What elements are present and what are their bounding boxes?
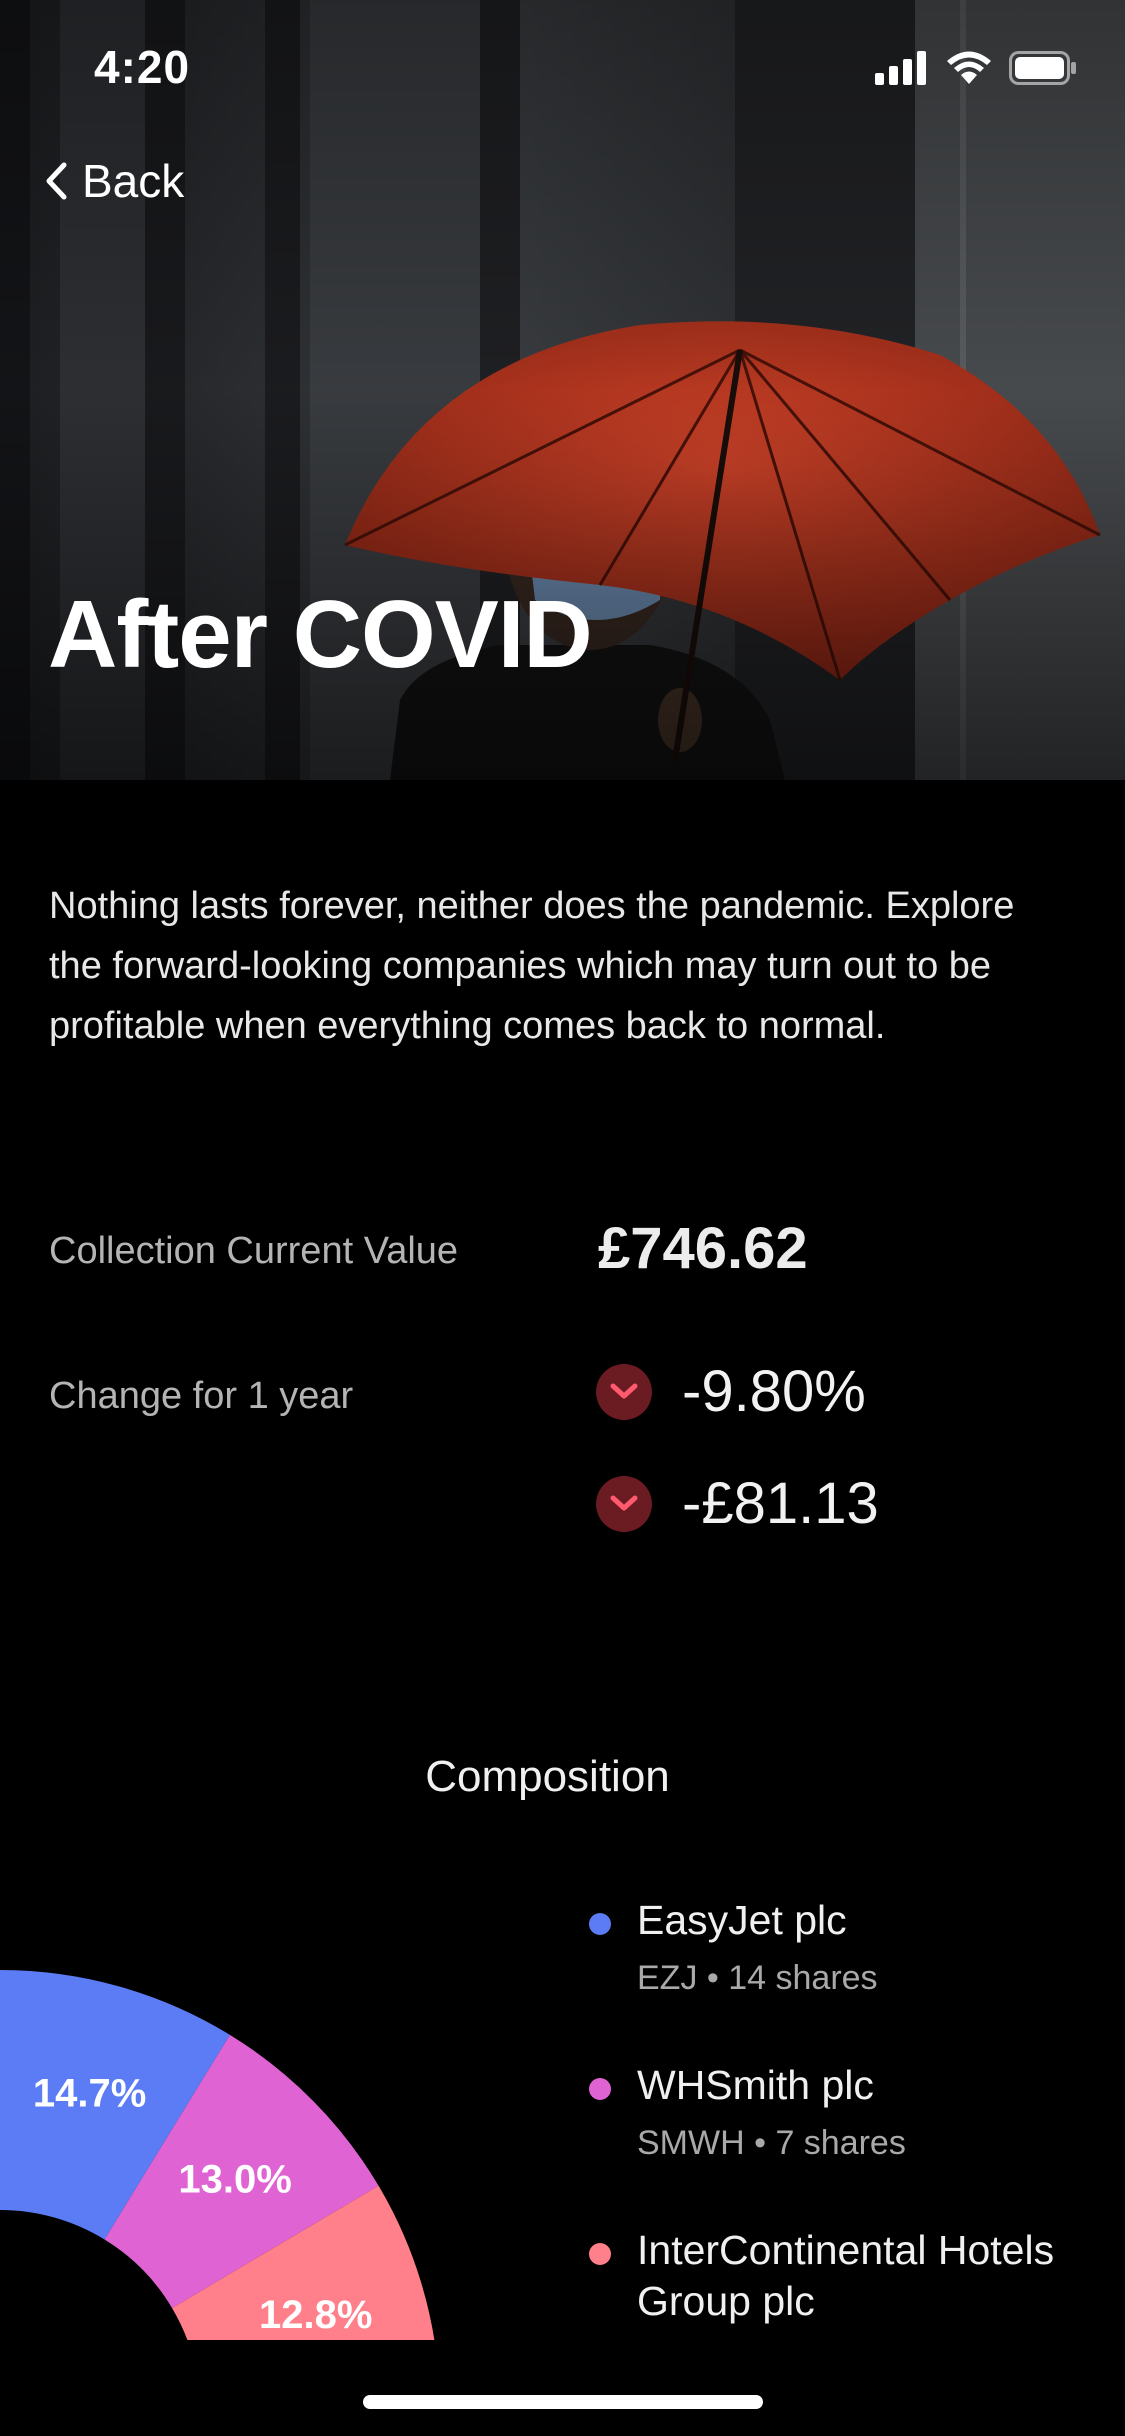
change-amount-row: -£81.13 xyxy=(596,1470,879,1537)
change-label: Change for 1 year xyxy=(49,1375,354,1417)
decrease-badge xyxy=(596,1363,652,1420)
current-value: £746.62 xyxy=(598,1216,808,1281)
hero-image: 4:20 Back After COVID xyxy=(0,0,1125,780)
decrease-badge xyxy=(596,1475,652,1532)
holding-meta: EZJ • 14 shares xyxy=(637,1959,878,1997)
holding-name: WHSmith plc xyxy=(637,2062,874,2108)
legend-dot-icon xyxy=(589,1913,611,1935)
page-title: After COVID xyxy=(48,581,593,688)
donut-slice-label: 13.0% xyxy=(178,2157,291,2201)
legend-dot-icon xyxy=(589,2243,611,2265)
back-button[interactable]: Back xyxy=(44,154,184,208)
chevron-left-icon xyxy=(46,162,67,200)
battery-icon xyxy=(1009,51,1076,85)
change-amount: -£81.13 xyxy=(682,1471,879,1536)
back-label: Back xyxy=(82,155,185,207)
chevron-down-icon xyxy=(610,1495,638,1510)
status-icons xyxy=(875,50,1077,86)
home-indicator xyxy=(363,2395,763,2409)
composition-title: Composition xyxy=(425,1752,670,1801)
collection-screen: 4:20 Back After COVID Nothing lasts fore… xyxy=(0,0,1125,2436)
composition-donut-chart: 14.7% 13.0% 12.8% xyxy=(0,1970,435,2340)
collection-description: Nothing lasts forever, neither does the … xyxy=(49,885,1015,1047)
donut-slice-label: 12.8% xyxy=(259,2293,372,2337)
change-percent: -9.80% xyxy=(682,1359,866,1424)
status-time: 4:20 xyxy=(94,41,191,93)
holding-name: EasyJet plc xyxy=(637,1897,847,1943)
current-value-label: Collection Current Value xyxy=(49,1230,459,1272)
status-bar: 4:20 xyxy=(0,0,1125,135)
change-percent-row: -9.80% xyxy=(596,1358,866,1425)
donut-slice-label: 14.7% xyxy=(33,2071,146,2115)
chevron-down-icon xyxy=(610,1383,638,1398)
holding-meta: SMWH • 7 shares xyxy=(637,2124,906,2162)
legend-dot-icon xyxy=(589,2078,611,2100)
holding-name: InterContinental Hotels Group plc xyxy=(637,2227,1055,2324)
signal-icon xyxy=(875,51,926,85)
wifi-icon xyxy=(947,51,991,84)
